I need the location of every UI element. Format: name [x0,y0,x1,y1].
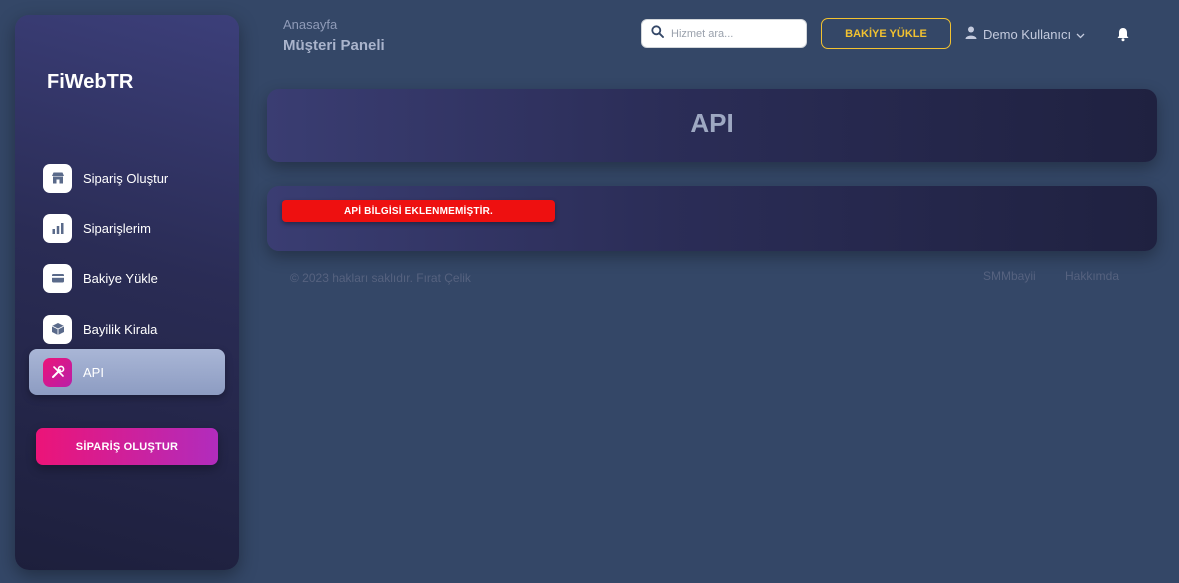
footer-link-about[interactable]: Hakkımda [1065,269,1119,283]
sidebar-item-create-order[interactable]: Sipariş Oluştur [29,155,225,201]
box-icon [43,314,72,344]
card-title: API [690,108,734,138]
tools-icon [43,357,72,387]
search-box[interactable] [641,19,807,48]
sidebar-item-api[interactable]: API [29,349,225,395]
shop-icon [43,163,72,193]
credit-card-icon [43,263,72,293]
copyright-text: © 2023 hakları saklıdır. Fırat Çelik [290,271,471,285]
create-order-button[interactable]: SİPARİŞ OLUŞTUR [36,428,218,465]
sidebar-item-label: API [83,364,104,380]
sidebar-item-label: Bayilik Kirala [83,321,158,337]
chevron-down-icon [1076,27,1085,42]
api-info-card: APİ BİLGİSİ EKLENMEMİŞTİR. [267,186,1157,251]
user-icon [965,26,977,42]
brand-logo[interactable]: FiWebTR [47,71,133,94]
sidebar-item-rent-reseller[interactable]: Bayilik Kirala [29,306,225,352]
user-name: Demo Kullanıcı [983,26,1072,42]
page-header-card: API [267,89,1157,162]
bell-icon[interactable] [1116,26,1130,42]
top-up-button[interactable]: BAKİYE YÜKLE [821,18,951,49]
page-title: Müşteri Paneli [283,37,385,54]
chart-icon [43,213,72,243]
sidebar: FiWebTR Sipariş Oluştur Siparişlerim Bak… [15,15,239,570]
sidebar-item-label: Sipariş Oluştur [83,170,169,186]
alert-badge: APİ BİLGİSİ EKLENMEMİŞTİR. [282,200,555,222]
sidebar-item-label: Bakiye Yükle [83,270,158,286]
sidebar-item-top-up[interactable]: Bakiye Yükle [29,255,225,301]
search-icon [651,24,664,43]
sidebar-item-my-orders[interactable]: Siparişlerim [29,205,225,251]
search-input[interactable] [671,27,801,40]
sidebar-item-label: Siparişlerim [83,220,151,236]
user-menu[interactable]: Demo Kullanıcı [965,25,1085,43]
breadcrumb[interactable]: Anasayfa [283,17,337,32]
footer-link-smmbayii[interactable]: SMMbayii [983,269,1036,283]
